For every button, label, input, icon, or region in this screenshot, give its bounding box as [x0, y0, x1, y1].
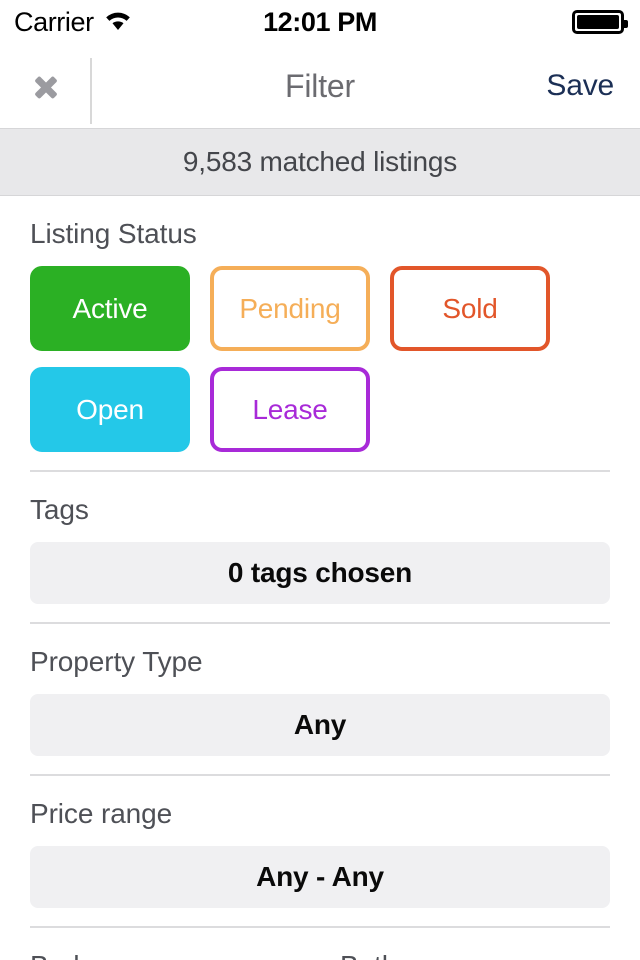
section-property-type: Property Type Any	[30, 624, 610, 776]
status-bar-left: Carrier	[14, 6, 133, 37]
save-button[interactable]: Save	[546, 69, 640, 103]
status-chip-sold[interactable]: Sold	[390, 266, 550, 351]
status-chip-active-label: Active	[72, 292, 148, 324]
baths-label: Baths	[340, 950, 610, 960]
baths-group: Baths	[340, 950, 610, 960]
filter-content: Listing Status Active Pending Sold Open …	[0, 196, 640, 960]
listing-status-label: Listing Status	[30, 218, 197, 249]
battery-full-icon	[572, 10, 628, 34]
matched-listings-banner: 9,583 matched listings	[0, 128, 640, 196]
page-title: Filter	[285, 67, 355, 104]
status-chip-sold-label: Sold	[442, 292, 498, 324]
status-bar-right	[572, 10, 628, 34]
status-chip-active[interactable]: Active	[30, 266, 190, 351]
section-tags: Tags 0 tags chosen	[30, 472, 610, 624]
section-beds-baths: Beds Baths	[30, 928, 610, 960]
status-chip-open-label: Open	[76, 393, 144, 425]
listing-status-row-2: Open Lease	[30, 367, 610, 452]
carrier-label: Carrier	[14, 6, 94, 37]
property-type-field[interactable]: Any	[30, 694, 610, 756]
status-chip-pending-label: Pending	[239, 292, 341, 324]
wifi-icon	[103, 9, 133, 36]
status-chip-lease[interactable]: Lease	[210, 367, 370, 452]
beds-group: Beds	[30, 950, 300, 960]
property-type-label: Property Type	[30, 646, 203, 677]
beds-label: Beds	[30, 950, 300, 960]
close-x-icon	[31, 71, 61, 101]
status-chip-open[interactable]: Open	[30, 367, 190, 452]
tags-label: Tags	[30, 494, 89, 525]
status-bar: Carrier 12:01 PM	[0, 0, 640, 44]
navigation-bar: Filter Save	[0, 44, 640, 128]
close-button[interactable]	[0, 44, 92, 128]
listing-status-row-1: Active Pending Sold	[30, 266, 610, 351]
status-chip-lease-label: Lease	[252, 393, 328, 425]
section-listing-status: Listing Status Active Pending Sold Open …	[30, 196, 610, 472]
status-chip-pending[interactable]: Pending	[210, 266, 370, 351]
section-price-range: Price range Any - Any	[30, 776, 610, 928]
filter-screen: Carrier 12:01 PM Filter Save 9,583 match…	[0, 0, 640, 960]
tags-field[interactable]: 0 tags chosen	[30, 542, 610, 604]
price-range-label: Price range	[30, 798, 173, 829]
price-range-field[interactable]: Any - Any	[30, 846, 610, 908]
